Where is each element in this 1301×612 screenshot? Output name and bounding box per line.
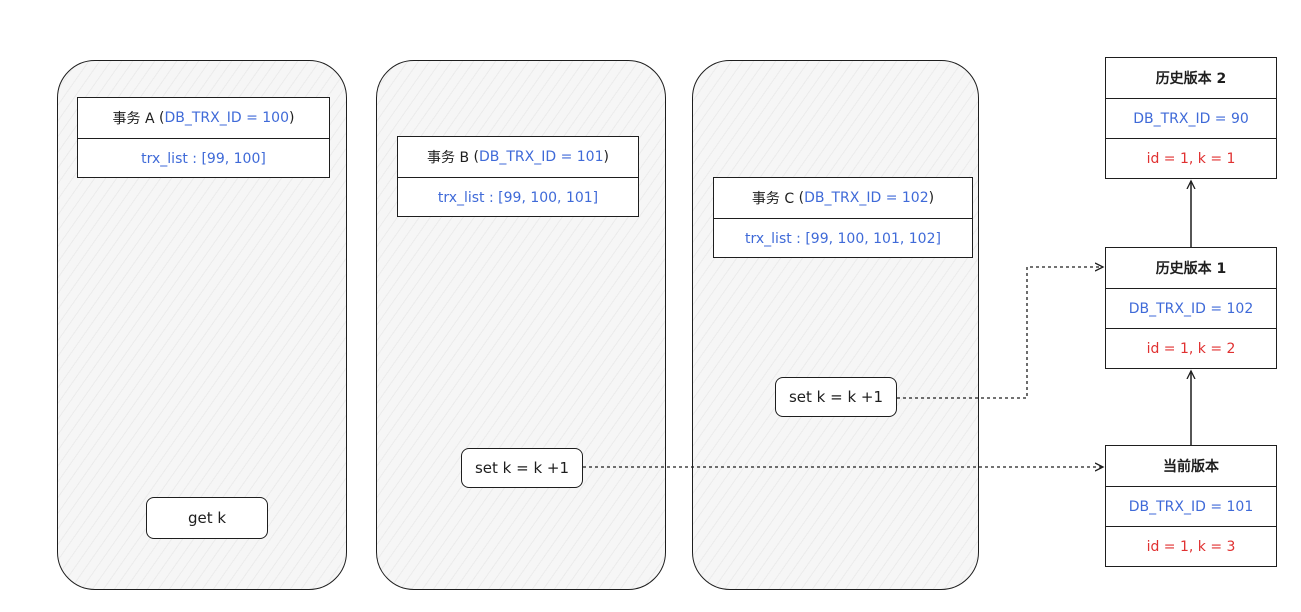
- transaction-a-id: DB_TRX_ID = 100: [164, 110, 289, 126]
- history-version-2-title: 历史版本 2: [1155, 71, 1227, 87]
- transaction-a-trx-list: trx_list : [99, 100]: [78, 138, 329, 178]
- transaction-a-box: 事务 A (DB_TRX_ID = 100) trx_list : [99, 1…: [77, 97, 330, 178]
- current-version-title: 当前版本: [1163, 459, 1219, 475]
- operation-get-k: get k: [146, 497, 268, 539]
- transaction-b-trx-list: trx_list : [99, 100, 101]: [398, 177, 638, 217]
- transaction-b-label: 事务 B: [427, 150, 470, 166]
- current-version: 当前版本 DB_TRX_ID = 101 id = 1, k = 3: [1105, 445, 1277, 567]
- history-version-1-row: id = 1, k = 2: [1106, 328, 1276, 368]
- transaction-a-label: 事务 A: [112, 111, 155, 127]
- history-version-2-trx-id: DB_TRX_ID = 90: [1106, 98, 1276, 138]
- history-version-1-trx-id: DB_TRX_ID = 102: [1106, 288, 1276, 328]
- current-version-row: id = 1, k = 3: [1106, 526, 1276, 566]
- operation-set-k-b: set k = k +1: [461, 448, 583, 488]
- transaction-lane-c: [692, 60, 979, 590]
- transaction-c-label: 事务 C: [751, 191, 795, 207]
- transaction-c-header: 事务 C (DB_TRX_ID = 102): [751, 190, 935, 207]
- operation-set-k-c: set k = k +1: [775, 377, 897, 417]
- current-version-trx-id: DB_TRX_ID = 101: [1106, 486, 1276, 526]
- transaction-b-id: DB_TRX_ID = 101: [478, 149, 604, 165]
- transaction-b-header: 事务 B (DB_TRX_ID = 101): [427, 149, 609, 166]
- transaction-c-id: DB_TRX_ID = 102: [804, 190, 929, 206]
- transaction-a-header: 事务 A (DB_TRX_ID = 100): [112, 110, 295, 127]
- transaction-c-trx-list: trx_list : [99, 100, 101, 102]: [714, 218, 972, 258]
- history-version-1: 历史版本 1 DB_TRX_ID = 102 id = 1, k = 2: [1105, 247, 1277, 369]
- transaction-c-box: 事务 C (DB_TRX_ID = 102) trx_list : [99, 1…: [713, 177, 973, 258]
- transaction-b-box: 事务 B (DB_TRX_ID = 101) trx_list : [99, 1…: [397, 136, 639, 217]
- history-version-2: 历史版本 2 DB_TRX_ID = 90 id = 1, k = 1: [1105, 57, 1277, 179]
- history-version-2-row: id = 1, k = 1: [1106, 138, 1276, 178]
- history-version-1-title: 历史版本 1: [1155, 261, 1227, 277]
